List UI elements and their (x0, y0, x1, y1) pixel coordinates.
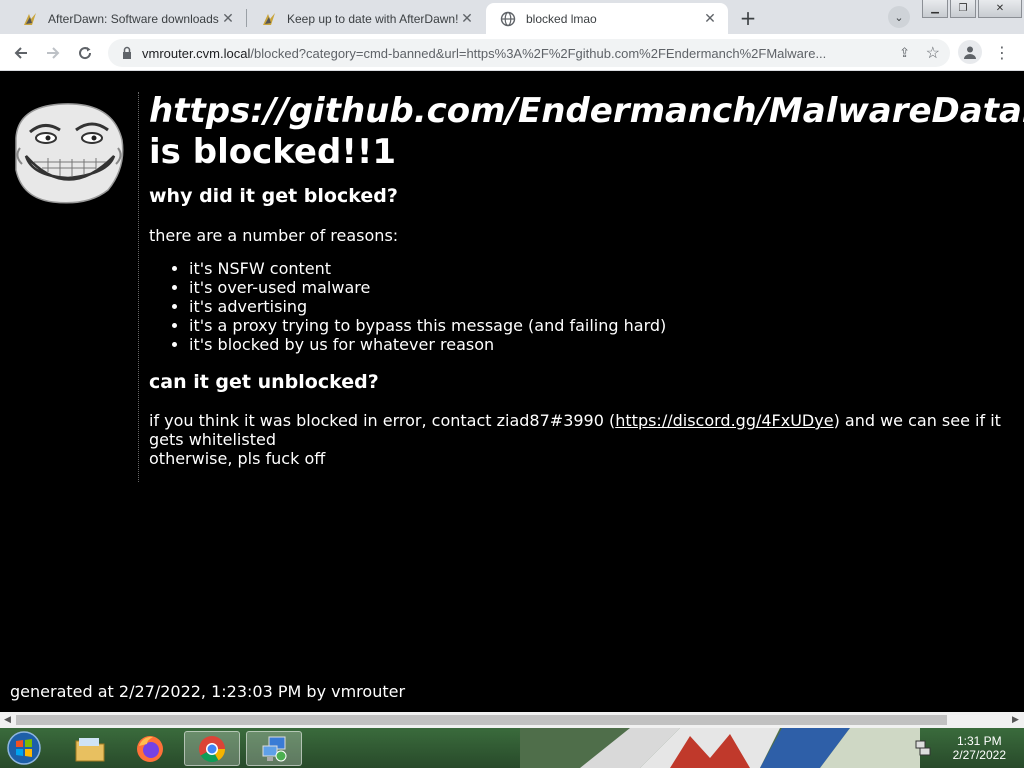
list-item: it's over-used malware (189, 278, 1024, 297)
horizontal-scrollbar[interactable]: ◀ ▶ (0, 712, 1024, 728)
firefox-taskbar-button[interactable] (122, 731, 178, 766)
back-button[interactable] (8, 40, 34, 66)
share-icon[interactable]: ⇪ (899, 45, 910, 61)
profile-avatar[interactable] (958, 40, 982, 64)
discord-link[interactable]: https://discord.gg/4FxUDye (615, 411, 833, 430)
tab-close-icon[interactable]: ✕ (459, 10, 475, 27)
scrollbar-thumb[interactable] (16, 715, 947, 725)
tab-title: blocked lmao (526, 11, 597, 26)
browser-toolbar: vmrouter.cvm.local/blocked?category=cmd-… (0, 34, 1024, 71)
block-message: https://github.com/Endermanch/MalwareDat… (149, 90, 1024, 468)
tab-search-chevron-icon[interactable]: ⌄ (888, 6, 910, 28)
close-window-button[interactable]: ✕ (978, 0, 1022, 18)
browser-menu-button[interactable]: ⋮ (992, 40, 1012, 64)
tab-afterdawn-downloads[interactable]: AfterDawn: Software downloads ✕ (8, 3, 246, 34)
minimize-button[interactable]: ▁ (922, 0, 948, 18)
back-arrow-icon (14, 47, 27, 59)
afterdawn-favicon-icon (24, 12, 36, 25)
window-controls: ▁ ❐ ✕ (920, 0, 1022, 20)
tab-title: AfterDawn: Software downloads (48, 11, 219, 26)
list-item: it's blocked by us for whatever reason (189, 335, 1024, 354)
page-content: https://github.com/Endermanch/MalwareDat… (0, 72, 1024, 712)
list-item: it's a proxy trying to bypass this messa… (189, 316, 1024, 335)
tab-title: Keep up to date with AfterDawn! (287, 11, 459, 26)
blocked-status-heading: is blocked!!1 (149, 132, 396, 172)
address-bar[interactable]: vmrouter.cvm.local/blocked?category=cmd-… (108, 39, 950, 67)
blocked-url-heading: https://github.com/Endermanch/MalwareDat… (149, 91, 1024, 131)
reasons-intro: there are a number of reasons: (149, 226, 399, 245)
start-orb-icon[interactable] (4, 730, 44, 766)
lock-icon[interactable] (120, 46, 134, 60)
afterdawn-favicon-icon (263, 12, 275, 25)
generated-footer: generated at 2/27/2022, 1:23:03 PM by vm… (10, 682, 406, 701)
clock-date: 2/27/2022 (952, 748, 1006, 762)
globe-icon (500, 11, 516, 26)
reasons-list: it's NSFW content it's over-used malware… (149, 259, 1024, 354)
system-clock[interactable]: 1:31 PM 2/27/2022 (953, 734, 1006, 762)
tab-blocked-lmao[interactable]: blocked lmao ✕ (486, 3, 728, 34)
firefox-icon (137, 735, 163, 762)
restore-button[interactable]: ❐ (950, 0, 976, 18)
network-tray-icon[interactable] (914, 739, 932, 757)
unblock-heading: can it get unblocked? (149, 371, 379, 393)
network-app-taskbar-button[interactable] (246, 731, 302, 766)
chrome-icon (199, 735, 226, 762)
divider-line (138, 92, 139, 482)
clock-time: 1:31 PM (956, 734, 1002, 748)
reload-icon (79, 47, 92, 60)
reload-button[interactable] (72, 40, 98, 66)
new-tab-button[interactable]: + (736, 6, 760, 30)
tab-close-icon[interactable]: ✕ (220, 10, 236, 27)
contact-prefix: if you think it was blocked in error, co… (149, 411, 616, 430)
trollface-image (15, 103, 124, 204)
otherwise-text: otherwise, pls fuck off (149, 449, 326, 468)
why-blocked-heading: why did it get blocked? (149, 185, 398, 207)
contact-text: if you think it was blocked in error, co… (149, 411, 1024, 449)
person-icon (964, 46, 976, 59)
scroll-left-icon[interactable]: ◀ (4, 715, 11, 725)
file-explorer-taskbar-button[interactable] (62, 731, 118, 766)
forward-button[interactable] (40, 40, 66, 66)
url-path: /blocked?category=cmd-banned&url=https%3… (250, 45, 827, 61)
wallpaper-graphic (520, 728, 920, 768)
network-computer-icon (262, 736, 287, 761)
bookmark-star-icon[interactable]: ☆ (926, 43, 940, 63)
tab-close-icon[interactable]: ✕ (702, 10, 718, 27)
tab-afterdawn-updates[interactable]: Keep up to date with AfterDawn! ✕ (247, 3, 485, 34)
list-item: it's advertising (189, 297, 1024, 316)
chrome-taskbar-button[interactable] (184, 731, 240, 766)
scroll-right-icon[interactable]: ▶ (1012, 715, 1019, 725)
tab-strip: AfterDawn: Software downloads ✕ Keep up … (0, 0, 1024, 34)
url-host: vmrouter.cvm.local (142, 45, 251, 61)
list-item: it's NSFW content (189, 259, 1024, 278)
folder-icon (75, 737, 105, 761)
taskbar: 1:31 PM 2/27/2022 (0, 728, 1024, 768)
forward-arrow-icon (47, 47, 60, 59)
